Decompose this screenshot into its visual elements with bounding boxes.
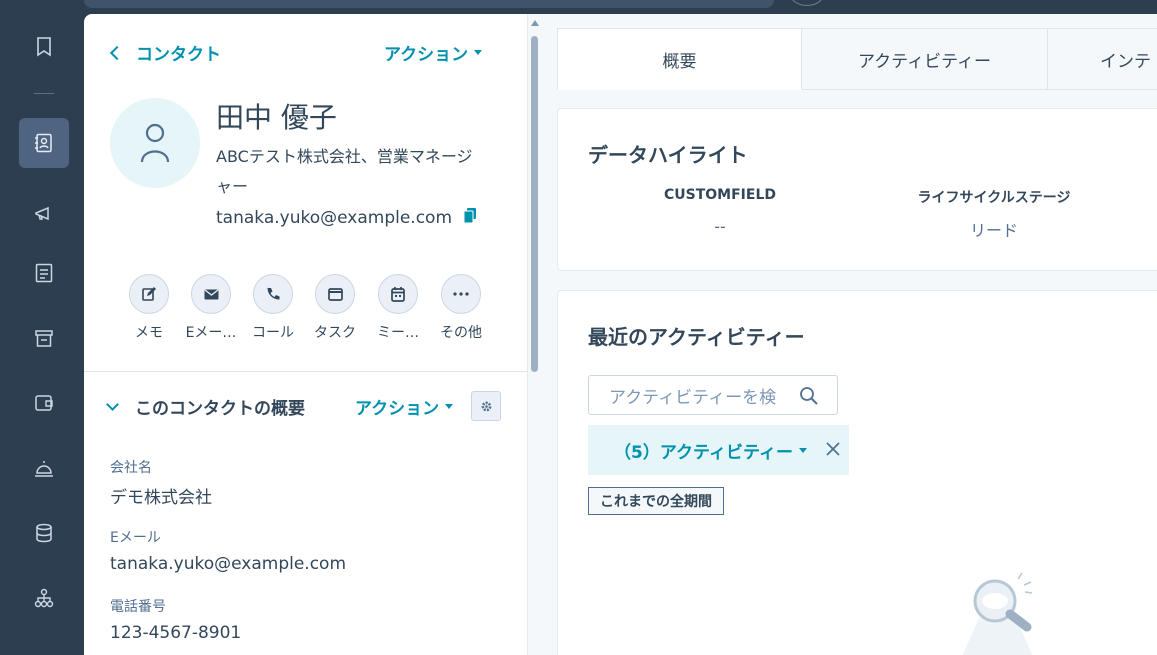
contact-company-title: ABCテスト株式会社、営業マネージ ャー xyxy=(216,142,516,202)
activity-search-input[interactable]: アクティビティーを検 xyxy=(588,375,838,415)
copy-icon[interactable] xyxy=(463,208,476,228)
megaphone-icon[interactable] xyxy=(19,188,69,238)
org-chart-icon[interactable] xyxy=(19,573,69,623)
company-line-1: ABCテスト株式会社、営業マネージ xyxy=(216,147,473,166)
avatar[interactable] xyxy=(110,98,200,188)
nav-divider xyxy=(34,93,54,94)
contacts-icon[interactable] xyxy=(19,118,69,168)
actions-dropdown[interactable]: アクション xyxy=(384,40,483,65)
gear-icon xyxy=(481,401,491,411)
top-circle-button[interactable] xyxy=(790,0,824,6)
data-highlights-card: データハイライト CUSTOMFIELD -- ライフサイクルステージ リード xyxy=(557,108,1157,271)
side-navigation xyxy=(0,0,84,655)
settings-button[interactable] xyxy=(471,391,501,421)
quick-action-label: その他 xyxy=(440,325,482,341)
more-icon[interactable] xyxy=(441,274,481,314)
phone-icon[interactable] xyxy=(253,274,293,314)
tab-intelligence[interactable]: インテ xyxy=(1048,29,1157,90)
chevron-left-icon xyxy=(109,45,125,60)
search-placeholder: アクティビティーを検 xyxy=(609,387,777,408)
scrollbar[interactable] xyxy=(527,14,541,655)
summary-section-toggle[interactable]: このコンタクトの概要 xyxy=(104,394,305,419)
property-label-email: Eメール xyxy=(110,530,161,546)
property-value-email[interactable]: tanaka.yuko@example.com xyxy=(110,554,346,574)
back-to-contacts-link[interactable]: コンタクト xyxy=(109,40,221,65)
store-icon[interactable] xyxy=(19,313,69,363)
property-label-company: 会社名 xyxy=(110,460,152,476)
quick-action-note[interactable]: メモ xyxy=(119,274,179,342)
card-title: 最近のアクティビティー xyxy=(588,325,805,349)
person-icon xyxy=(140,123,170,163)
quick-action-label: メモ xyxy=(135,325,163,341)
quick-action-label: タスク xyxy=(314,325,356,341)
time-period-filter[interactable]: これまでの全期間 xyxy=(588,487,724,515)
empty-state-illustration-icon xyxy=(930,571,1060,655)
note-edit-icon[interactable] xyxy=(129,274,169,314)
task-icon[interactable] xyxy=(315,274,355,314)
search-icon[interactable] xyxy=(799,386,819,411)
highlight-value-lifecycle-stage: リード xyxy=(969,221,1018,240)
bookmark-icon[interactable] xyxy=(19,22,69,72)
global-search-bar[interactable] xyxy=(84,0,774,8)
calendar-icon[interactable] xyxy=(378,274,418,314)
card-title: データハイライト xyxy=(588,143,748,167)
quick-action-meeting[interactable]: ミー… xyxy=(368,274,428,342)
email-text: tanaka.yuko@example.com xyxy=(216,208,452,228)
quick-action-task[interactable]: タスク xyxy=(305,274,365,342)
actions-label: アクション xyxy=(384,45,469,65)
summary-actions-dropdown[interactable]: アクション xyxy=(355,394,454,419)
database-icon[interactable] xyxy=(19,508,69,558)
scrollbar-thumb[interactable] xyxy=(531,36,538,372)
contact-name: 田中 優子 xyxy=(216,101,337,134)
quick-action-more[interactable]: その他 xyxy=(431,274,491,342)
close-icon[interactable] xyxy=(825,441,841,462)
summary-title: このコンタクトの概要 xyxy=(135,399,305,419)
quick-action-call[interactable]: コール xyxy=(243,274,303,342)
company-line-2: ャー xyxy=(216,177,249,196)
caret-down-icon xyxy=(798,447,807,453)
main-content: 概要 アクティビティー インテ データハイライト CUSTOMFIELD -- … xyxy=(541,14,1157,655)
recent-activities-card: 最近のアクティビティー アクティビティーを検 （5）アクティビティー これまでの… xyxy=(557,290,1157,655)
record-tabs: 概要 アクティビティー インテ xyxy=(557,28,1157,90)
caret-down-icon xyxy=(474,50,483,55)
scroll-up-arrow-icon[interactable] xyxy=(531,20,539,26)
quick-action-email[interactable]: Eメー… xyxy=(181,274,241,342)
tab-overview[interactable]: 概要 xyxy=(557,29,802,90)
chevron-down-icon xyxy=(106,398,119,411)
property-label-phone: 電話番号 xyxy=(110,599,166,615)
activity-filter-dropdown[interactable]: （5）アクティビティー xyxy=(588,425,849,475)
highlight-label-customfield: CUSTOMFIELD xyxy=(664,187,776,203)
property-value-phone[interactable]: 123-4567-8901 xyxy=(110,623,241,643)
service-bell-icon[interactable] xyxy=(19,443,69,493)
contact-email: tanaka.yuko@example.com xyxy=(216,208,476,228)
actions-label: アクション xyxy=(355,399,440,419)
quick-action-label: ミー… xyxy=(377,325,419,341)
caret-down-icon xyxy=(445,404,454,409)
section-divider xyxy=(84,371,527,372)
contact-panel: コンタクト アクション 田中 優子 ABCテスト株式会社、営業マネージ ャー t… xyxy=(84,14,541,655)
top-bar xyxy=(0,0,1157,14)
wallet-icon[interactable] xyxy=(19,378,69,428)
quick-action-label: Eメー… xyxy=(185,325,237,341)
filter-label: （5）アクティビティー xyxy=(614,442,793,463)
property-value-company[interactable]: デモ株式会社 xyxy=(110,483,212,508)
highlight-value-customfield: -- xyxy=(714,217,726,236)
highlight-label-lifecycle-stage: ライフサイクルステージ xyxy=(917,190,1071,206)
email-icon[interactable] xyxy=(191,274,231,314)
quick-action-label: コール xyxy=(252,325,294,341)
document-icon[interactable] xyxy=(19,248,69,298)
tab-activities[interactable]: アクティビティー xyxy=(802,29,1048,90)
back-label: コンタクト xyxy=(136,45,221,65)
